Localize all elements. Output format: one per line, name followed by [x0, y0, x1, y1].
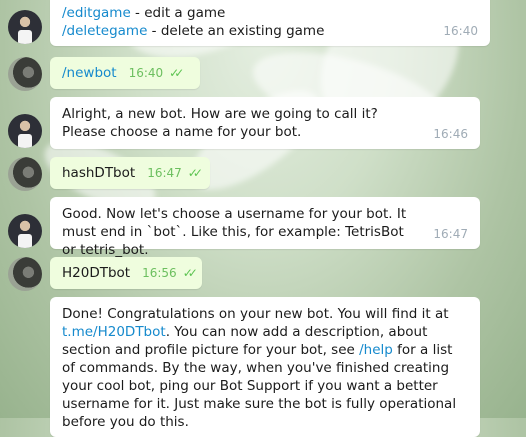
message-text: - edit a game: [130, 5, 226, 21]
command-link-editgame[interactable]: /editgame: [62, 5, 131, 21]
message-time: 16:47: [147, 166, 182, 180]
message-text: - delete an existing game: [147, 23, 325, 39]
message-time: 16:47: [433, 227, 468, 241]
user-avatar[interactable]: [8, 257, 42, 291]
message-text: Good. Now let's choose a username for yo…: [62, 206, 407, 258]
bot-link[interactable]: t.me/H20DTbot: [62, 324, 166, 340]
message-bubble-incoming: Alright, a new bot. How are we going to …: [50, 97, 480, 149]
message-time: 16:46: [433, 127, 468, 141]
message-bubble-outgoing: hashDTbot 16:47 ✓✓: [50, 157, 210, 189]
message-bubble-outgoing: H20DTbot 16:56 ✓✓: [50, 257, 202, 289]
message-bubble-incoming: /editgame - edit a game /deletegame - de…: [50, 0, 490, 46]
read-checks-icon: ✓✓: [182, 266, 198, 280]
botfather-avatar[interactable]: [8, 114, 42, 148]
message-text: Done! Congratulations on your new bot. Y…: [62, 306, 449, 322]
message-time: 16:40: [443, 24, 478, 38]
message-bubble-outgoing: /newbot 16:40 ✓✓: [50, 57, 200, 89]
command-link-deletegame[interactable]: /deletegame: [62, 23, 147, 39]
message-line: /editgame - edit a game: [62, 4, 478, 22]
user-avatar[interactable]: [8, 157, 42, 191]
message-text: Alright, a new bot. How are we going to …: [62, 106, 378, 140]
message-bubble-incoming: Done! Congratulations on your new bot. Y…: [50, 297, 480, 437]
message-time: 16:56: [142, 266, 177, 280]
botfather-avatar[interactable]: [8, 10, 42, 44]
message-text-block: Done! Congratulations on your new bot. Y…: [62, 305, 468, 431]
message-text: hashDTbot: [62, 165, 136, 181]
user-avatar[interactable]: [8, 57, 42, 91]
read-checks-icon: ✓✓: [169, 66, 184, 80]
command-link-newbot[interactable]: /newbot: [62, 64, 117, 82]
botfather-avatar[interactable]: [8, 214, 42, 248]
command-link-help[interactable]: /help: [359, 342, 393, 358]
message-bubble-incoming: Good. Now let's choose a username for yo…: [50, 197, 480, 258]
read-checks-icon: ✓✓: [187, 166, 203, 180]
message-text: H20DTbot: [62, 265, 131, 281]
message-time: 16:40: [128, 66, 164, 80]
message-line: /deletegame - delete an existing game: [62, 22, 478, 40]
